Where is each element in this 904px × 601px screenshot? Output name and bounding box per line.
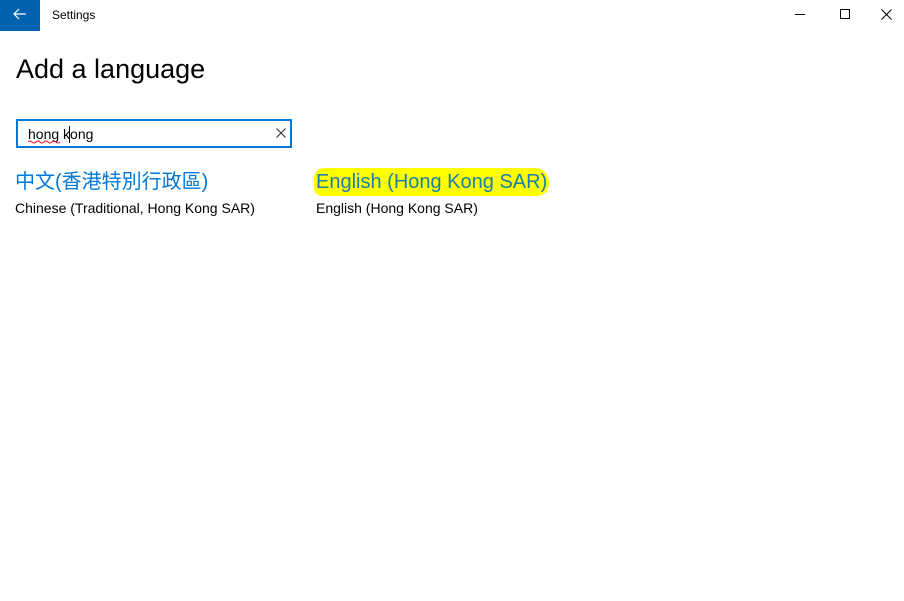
back-button[interactable]	[0, 0, 40, 31]
language-result-english-hk[interactable]: English (Hong Kong SAR) English (Hong Ko…	[314, 168, 550, 218]
language-result-chinese-hk[interactable]: 中文(香港特別行政區) Chinese (Traditional, Hong K…	[15, 168, 255, 218]
close-window-button[interactable]	[868, 0, 904, 31]
arrow-left-icon	[13, 7, 27, 25]
language-native-name: English (Hong Kong SAR)	[314, 168, 550, 196]
maximize-button[interactable]	[822, 0, 868, 31]
language-native-name: 中文(香港特別行政區)	[15, 171, 209, 193]
minimize-button[interactable]	[777, 0, 823, 31]
language-english-name: English (Hong Kong SAR)	[316, 200, 478, 216]
language-english-name: Chinese (Traditional, Hong Kong SAR)	[15, 200, 255, 216]
spellcheck-underline	[28, 140, 61, 144]
clear-search-button[interactable]	[272, 125, 290, 143]
maximize-icon	[839, 7, 851, 25]
page-title: Add a language	[16, 54, 206, 84]
search-field[interactable]: hong kong	[16, 119, 292, 148]
close-icon	[880, 7, 892, 25]
window-title: Settings	[52, 8, 96, 22]
minimize-icon	[794, 7, 806, 25]
close-icon	[276, 125, 286, 143]
highlighted-language-name: English (Hong Kong SAR)	[314, 168, 550, 196]
text-caret	[69, 126, 70, 143]
title-bar: Settings	[0, 0, 904, 31]
